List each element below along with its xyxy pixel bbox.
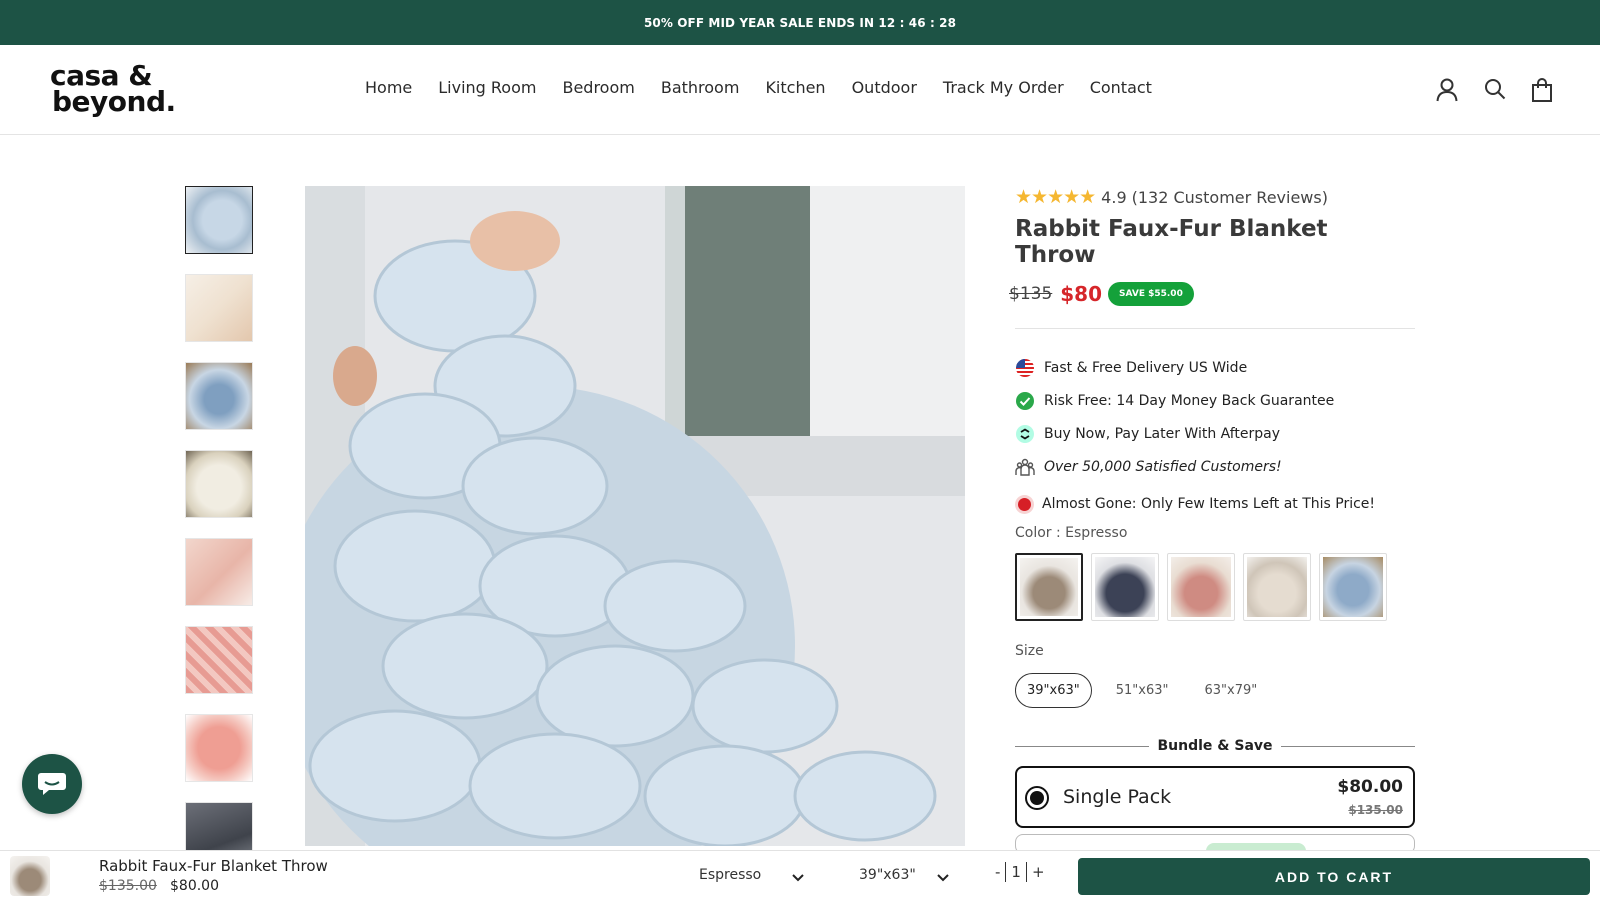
rating-value: 4.9 xyxy=(1101,187,1127,207)
thumbnail[interactable] xyxy=(185,450,253,518)
nav-outdoor[interactable]: Outdoor xyxy=(852,78,917,97)
nav-bedroom[interactable]: Bedroom xyxy=(562,78,634,97)
search-icon[interactable] xyxy=(1484,78,1506,102)
thumbnail[interactable] xyxy=(185,362,253,430)
chat-button[interactable] xyxy=(22,754,82,814)
price-row: $135 $80 SAVE $55.00 xyxy=(1009,280,1415,308)
chat-icon xyxy=(38,773,66,795)
nav-home[interactable]: Home xyxy=(365,78,412,97)
sticky-compare-price: $135.00 xyxy=(99,878,157,894)
header-icons xyxy=(1436,78,1552,102)
feature-item: Over 50,000 Satisfied Customers! xyxy=(1015,450,1415,483)
star-rating-icon: ★★★★★ xyxy=(1015,186,1096,208)
bundle-heading: Bundle & Save xyxy=(1015,738,1415,754)
compare-price: $135 xyxy=(1009,284,1053,304)
feature-text: Buy Now, Pay Later With Afterpay xyxy=(1044,425,1281,442)
logo[interactable]: casa & beyond. xyxy=(50,62,185,118)
product-info: ★★★★★ 4.9 (132 Customer Reviews) Rabbit … xyxy=(1009,186,1415,854)
stock-dot-icon xyxy=(1018,497,1031,511)
nav-living-room[interactable]: Living Room xyxy=(438,78,536,97)
qty-decrease-button[interactable]: - xyxy=(990,863,1005,881)
size-options: 39"x63" 51"x63" 63"x79" xyxy=(1015,673,1415,708)
sale-price: $80 xyxy=(1060,282,1103,306)
pack-compare-price: $135.00 xyxy=(1348,803,1403,817)
product-title: Rabbit Faux-Fur Blanket Throw xyxy=(1015,216,1328,268)
size-option[interactable]: 51"x63" xyxy=(1104,673,1181,708)
account-icon[interactable] xyxy=(1436,78,1458,102)
site-header: casa & beyond. Home Living Room Bedroom … xyxy=(0,45,1600,135)
thumbnail[interactable] xyxy=(185,714,253,782)
nav-contact[interactable]: Contact xyxy=(1090,78,1152,97)
thumbnail[interactable] xyxy=(185,538,253,606)
stock-text: Almost Gone: Only Few Items Left at This… xyxy=(1042,496,1376,512)
announcement-bar: 50% OFF MID YEAR SALE ENDS IN 12 : 46 : … xyxy=(0,0,1600,45)
thumbnail-list xyxy=(185,186,255,890)
add-to-cart-button[interactable]: ADD TO CART xyxy=(1078,858,1590,895)
color-swatch[interactable] xyxy=(1319,553,1387,621)
thumbnail[interactable] xyxy=(185,186,253,254)
single-pack-option[interactable]: Single Pack $80.00 $135.00 xyxy=(1015,766,1415,828)
logo-line-2: beyond. xyxy=(52,85,176,118)
qty-value[interactable]: 1 xyxy=(1006,863,1026,881)
color-label: Color : Espresso xyxy=(1015,525,1128,541)
bundle-heading-text: Bundle & Save xyxy=(1157,738,1273,754)
feature-item: Buy Now, Pay Later With Afterpay xyxy=(1015,417,1415,450)
us-flag-icon xyxy=(1015,358,1035,378)
sticky-product-thumbnail xyxy=(10,856,50,896)
size-label: Size xyxy=(1015,643,1044,659)
color-swatch[interactable] xyxy=(1167,553,1235,621)
nav-track-my-order[interactable]: Track My Order xyxy=(943,78,1064,97)
main-product-image[interactable] xyxy=(305,186,965,846)
nav-kitchen[interactable]: Kitchen xyxy=(765,78,825,97)
size-option[interactable]: 39"x63" xyxy=(1015,673,1092,708)
chevron-down-icon[interactable] xyxy=(792,868,804,887)
feature-text: Risk Free: 14 Day Money Back Guarantee xyxy=(1044,392,1335,409)
feature-item: Risk Free: 14 Day Money Back Guarantee xyxy=(1015,384,1415,417)
color-swatch[interactable] xyxy=(1091,553,1159,621)
color-swatch[interactable] xyxy=(1015,553,1083,621)
thumbnail[interactable] xyxy=(185,626,253,694)
save-badge: SAVE $55.00 xyxy=(1108,282,1194,306)
stock-warning: Almost Gone: Only Few Items Left at This… xyxy=(1015,493,1415,515)
feature-text: Over 50,000 Satisfied Customers! xyxy=(1044,458,1282,475)
nav-bathroom[interactable]: Bathroom xyxy=(661,78,740,97)
feature-list: Fast & Free Delivery US Wide Risk Free: … xyxy=(1015,351,1415,483)
sticky-color-select[interactable]: Espresso xyxy=(699,867,761,883)
customers-icon xyxy=(1015,457,1035,477)
chevron-down-icon[interactable] xyxy=(937,868,949,887)
announcement-text: 50% OFF MID YEAR SALE ENDS IN 12 : 46 : … xyxy=(643,15,957,30)
cart-icon[interactable] xyxy=(1532,78,1552,102)
divider xyxy=(1015,328,1415,329)
sticky-title: Rabbit Faux-Fur Blanket Throw xyxy=(99,857,328,875)
sticky-add-to-cart-bar: Rabbit Faux-Fur Blanket Throw $135.00 $8… xyxy=(0,850,1600,900)
afterpay-icon xyxy=(1015,424,1035,444)
pack-price: $80.00 xyxy=(1337,777,1403,797)
review-count: (132 Customer Reviews) xyxy=(1131,187,1328,207)
feature-text: Fast & Free Delivery US Wide xyxy=(1044,359,1248,376)
rating-row[interactable]: ★★★★★ 4.9 (132 Customer Reviews) xyxy=(1015,186,1415,208)
qty-increase-button[interactable]: + xyxy=(1027,863,1050,881)
main-nav: Home Living Room Bedroom Bathroom Kitche… xyxy=(365,78,1178,97)
thumbnail[interactable] xyxy=(185,274,253,342)
color-swatches xyxy=(1015,553,1415,621)
color-swatch[interactable] xyxy=(1243,553,1311,621)
check-circle-icon xyxy=(1015,391,1035,411)
pack-name: Single Pack xyxy=(1063,786,1172,808)
feature-item: Fast & Free Delivery US Wide xyxy=(1015,351,1415,384)
radio-selected-icon[interactable] xyxy=(1025,786,1049,810)
sticky-size-select[interactable]: 39"x63" xyxy=(859,867,916,883)
sticky-price: $80.00 xyxy=(170,878,219,894)
size-option[interactable]: 63"x79" xyxy=(1193,673,1270,708)
quantity-stepper: - 1 + xyxy=(990,862,1050,882)
